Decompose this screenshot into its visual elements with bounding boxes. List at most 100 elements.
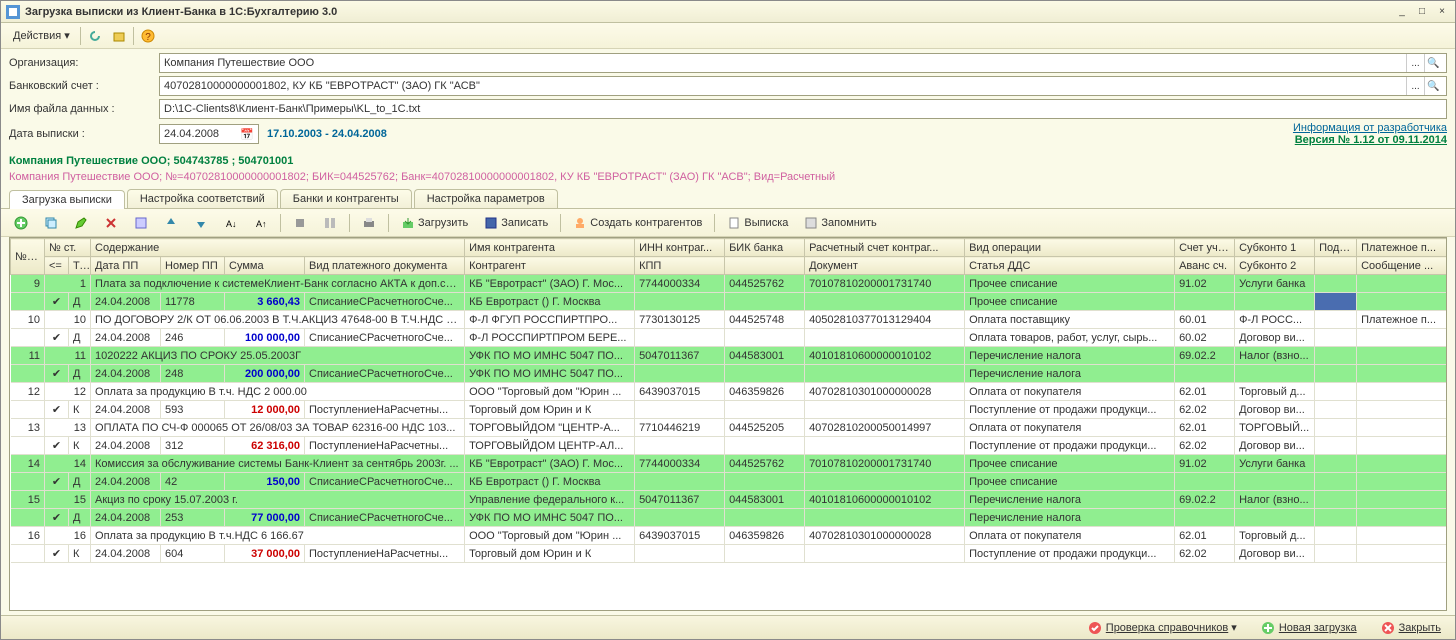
table-row[interactable]: ✔Д24.04.200825377 000,00СписаниеСРасчетн… bbox=[11, 509, 1447, 527]
sort-asc-icon[interactable]: A↓ bbox=[217, 212, 245, 234]
app-icon bbox=[5, 4, 21, 20]
help-icon[interactable]: ? bbox=[138, 26, 158, 46]
table-row[interactable]: ✔Д24.04.2008117783 660,43СписаниеСРасчет… bbox=[11, 293, 1447, 311]
refresh-icon[interactable] bbox=[85, 26, 105, 46]
table-row[interactable]: ✔Д24.04.200842150,00СписаниеСРасчетногоС… bbox=[11, 473, 1447, 491]
svg-text:?: ? bbox=[145, 32, 151, 43]
date-picker-icon[interactable]: 📅 bbox=[240, 128, 254, 141]
col-kpp[interactable]: КПП bbox=[635, 257, 725, 275]
date-range: 17.10.2003 - 24.04.2008 bbox=[267, 128, 387, 140]
new-load-button[interactable]: Новая загрузка bbox=[1255, 619, 1363, 637]
col-datepp[interactable]: Дата ПП bbox=[91, 257, 161, 275]
account-input[interactable]: 40702810000000001802, КУ КБ "ЕВРОТРАСТ" … bbox=[159, 76, 1447, 96]
account-search-icon[interactable]: 🔍 bbox=[1424, 77, 1442, 95]
table-row[interactable]: 1414Комиссия за обслуживание системы Бан… bbox=[11, 455, 1447, 473]
info-links: Информация от разработчика Версия № 1.12… bbox=[1293, 122, 1447, 146]
org-select-icon[interactable]: ... bbox=[1406, 54, 1424, 72]
col-type[interactable]: Тип bbox=[69, 257, 91, 275]
grid-body: 91Плата за подключение к системеКлиент-Б… bbox=[11, 275, 1447, 563]
print-icon[interactable] bbox=[355, 212, 383, 234]
tab-banks[interactable]: Банки и контрагенты bbox=[280, 189, 412, 208]
col-sub1[interactable]: Субконто 1 bbox=[1235, 239, 1315, 257]
org-input[interactable]: Компания Путешествие ООО...🔍 bbox=[159, 53, 1447, 73]
maximize-button[interactable]: □ bbox=[1413, 4, 1431, 20]
window-controls: _ □ × bbox=[1393, 4, 1451, 20]
table-row[interactable]: ✔Д24.04.2008246100 000,00СписаниеСРасчет… bbox=[11, 329, 1447, 347]
report-button[interactable]: Выписка bbox=[720, 212, 795, 234]
data-grid[interactable]: № п/п № ст. Содержание Имя контрагента И… bbox=[9, 237, 1447, 611]
statusbar: Проверка справочников ▾ Новая загрузка З… bbox=[1, 615, 1455, 639]
table-row[interactable]: ✔К24.04.200831262 316,00ПоступлениеНаРас… bbox=[11, 437, 1447, 455]
remember-button[interactable]: Запомнить bbox=[797, 212, 883, 234]
create-contragents-button[interactable]: Создать контрагентов bbox=[566, 212, 709, 234]
sort-desc-icon[interactable]: A↑ bbox=[247, 212, 275, 234]
table-row[interactable]: ✔К24.04.200860437 000,00ПоступлениеНаРас… bbox=[11, 545, 1447, 563]
table-row[interactable]: ✔Д24.04.2008248200 000,00СписаниеСРасчет… bbox=[11, 365, 1447, 383]
col-st[interactable]: № ст. bbox=[45, 239, 91, 257]
col-advance[interactable]: Аванс сч. bbox=[1175, 257, 1235, 275]
col-paydoc[interactable]: Вид платежного документа bbox=[305, 257, 465, 275]
table-row[interactable]: 1616Оплата за продукцию В т.ч.НДС 6 166.… bbox=[11, 527, 1447, 545]
check-refs-button[interactable]: Проверка справочников ▾ bbox=[1082, 619, 1243, 637]
col-sub2[interactable]: Субконто 2 bbox=[1235, 257, 1315, 275]
col-contragent[interactable]: Контрагент bbox=[465, 257, 635, 275]
copy-icon[interactable] bbox=[37, 212, 65, 234]
account-select-icon[interactable]: ... bbox=[1406, 77, 1424, 95]
col-dept[interactable]: Подр... bbox=[1315, 239, 1357, 257]
titlebar: Загрузка выписки из Клиент-Банка в 1С:Бу… bbox=[1, 1, 1455, 23]
col-pp[interactable]: Платежное п... bbox=[1357, 239, 1447, 257]
mark-icon[interactable] bbox=[127, 212, 155, 234]
minimize-button[interactable]: _ bbox=[1393, 4, 1411, 20]
org-search-icon[interactable]: 🔍 bbox=[1424, 54, 1442, 72]
file-input[interactable]: D:\1C-Clients8\Клиент-Банк\Примеры\KL_to… bbox=[159, 99, 1447, 119]
col-inn[interactable]: ИНН контраг... bbox=[635, 239, 725, 257]
export-icon[interactable] bbox=[109, 26, 129, 46]
table-row[interactable]: 91Плата за подключение к системеКлиент-Б… bbox=[11, 275, 1447, 293]
col-msg[interactable]: Сообщение ... bbox=[1357, 257, 1447, 275]
actions-menu[interactable]: Действия ▾ bbox=[7, 27, 76, 44]
edit-icon[interactable] bbox=[67, 212, 95, 234]
col-contr-name[interactable]: Имя контрагента bbox=[465, 239, 635, 257]
col-num[interactable]: № п/п bbox=[11, 239, 45, 275]
col-blank1[interactable] bbox=[725, 257, 805, 275]
col-amount[interactable]: Сумма bbox=[225, 257, 305, 275]
add-icon[interactable] bbox=[7, 212, 35, 234]
version-link[interactable]: Версия № 1.12 от 09.11.2014 bbox=[1293, 134, 1447, 146]
tab-mapping[interactable]: Настройка соответствий bbox=[127, 189, 278, 208]
date-label: Дата выписки : bbox=[9, 128, 159, 140]
col-acc[interactable]: Счет уче... bbox=[1175, 239, 1235, 257]
close-window-button[interactable]: × bbox=[1433, 4, 1451, 20]
table-row[interactable]: 1313ОПЛАТА ПО СЧ-Ф 000065 ОТ 26/08/03 ЗА… bbox=[11, 419, 1447, 437]
col-numpp[interactable]: Номер ПП bbox=[161, 257, 225, 275]
col-bik[interactable]: БИК банка bbox=[725, 239, 805, 257]
bank-info-line: Компания Путешествие ООО; №=407028100000… bbox=[1, 169, 1455, 185]
columns-icon[interactable] bbox=[316, 212, 344, 234]
col-document[interactable]: Документ bbox=[805, 257, 965, 275]
tabs: Загрузка выписки Настройка соответствий … bbox=[1, 185, 1455, 209]
table-row[interactable]: 11111020222 АКЦИЗ ПО СРОКУ 25.05.2003ГУФ… bbox=[11, 347, 1447, 365]
col-acct[interactable]: Расчетный счет контраг... bbox=[805, 239, 965, 257]
dev-info-link[interactable]: Информация от разработчика bbox=[1293, 122, 1447, 134]
tab-load[interactable]: Загрузка выписки bbox=[9, 190, 125, 209]
load-button[interactable]: Загрузить bbox=[394, 212, 475, 234]
date-input[interactable]: 24.04.2008📅 bbox=[159, 124, 259, 144]
move-down-icon[interactable] bbox=[187, 212, 215, 234]
table-row[interactable]: ✔К24.04.200859312 000,00ПоступлениеНаРас… bbox=[11, 401, 1447, 419]
table-row[interactable]: 1212Оплата за продукцию В т.ч. НДС 2 000… bbox=[11, 383, 1447, 401]
svg-text:A↓: A↓ bbox=[226, 219, 237, 229]
col-blank2[interactable] bbox=[1315, 257, 1357, 275]
save-button[interactable]: Записать bbox=[477, 212, 555, 234]
table-row[interactable]: 1515Акциз по сроку 15.07.2003 г.Управлен… bbox=[11, 491, 1447, 509]
settings-icon[interactable] bbox=[286, 212, 314, 234]
close-button[interactable]: Закрыть bbox=[1375, 619, 1447, 637]
col-desc[interactable]: Содержание bbox=[91, 239, 465, 257]
delete-icon[interactable] bbox=[97, 212, 125, 234]
col-optype[interactable]: Вид операции bbox=[965, 239, 1175, 257]
tab-settings[interactable]: Настройка параметров bbox=[414, 189, 558, 208]
file-label: Имя файла данных : bbox=[9, 103, 159, 115]
col-dds[interactable]: Статья ДДС bbox=[965, 257, 1175, 275]
col-lte[interactable]: <= bbox=[45, 257, 69, 275]
table-row[interactable]: 1010ПО ДОГОВОРУ 2/К ОТ 06.06.2003 В Т.Ч.… bbox=[11, 311, 1447, 329]
grid-header: № п/п № ст. Содержание Имя контрагента И… bbox=[11, 239, 1447, 275]
move-up-icon[interactable] bbox=[157, 212, 185, 234]
